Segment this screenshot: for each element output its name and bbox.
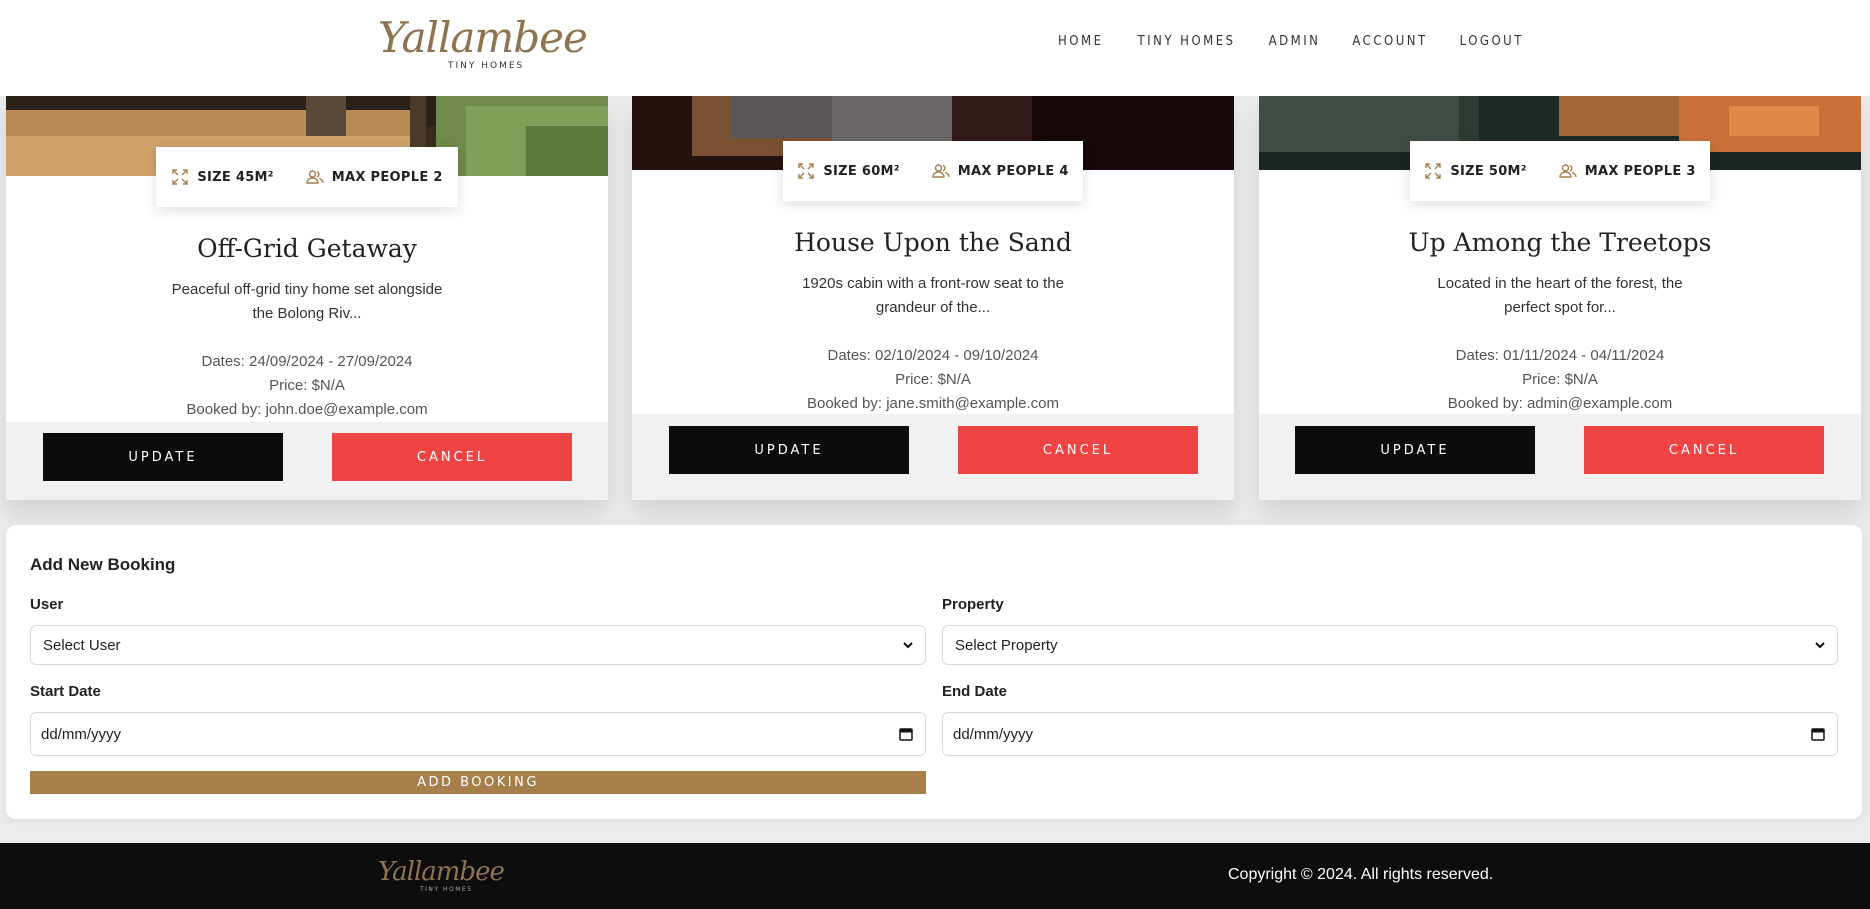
chevron-down-icon	[1815, 642, 1825, 649]
people-stat: MAX PEOPLE 3	[1559, 162, 1696, 180]
site-logo[interactable]: Yallambee TINY HOMES	[378, 13, 588, 74]
user-label: User	[30, 596, 64, 613]
property-label: Property	[942, 596, 1004, 613]
size-label: SIZE 60M²	[823, 163, 900, 179]
calendar-icon[interactable]	[1811, 727, 1825, 741]
property-select[interactable]: Select Property	[942, 625, 1838, 665]
people-icon	[1559, 164, 1577, 178]
card-dates: Dates: 24/09/2024 - 27/09/2024	[201, 353, 413, 370]
end-date-label: End Date	[942, 683, 1008, 700]
nav-logout[interactable]: LOGOUT	[1460, 34, 1524, 49]
card-title: Off-Grid Getaway	[197, 234, 417, 263]
user-select-value: Select User	[43, 636, 121, 654]
card-description: Located in the heart of the forest, the …	[1437, 275, 1683, 316]
form-title: Add New Booking	[30, 555, 176, 574]
expand-icon	[798, 163, 815, 179]
people-label: MAX PEOPLE 2	[331, 169, 443, 185]
footer-logo-script: Yallambee	[378, 857, 505, 887]
update-button[interactable]: UPDATE	[43, 433, 283, 481]
card-dates: Dates: 02/10/2024 - 09/10/2024	[827, 347, 1039, 364]
property-stats: SIZE 45M² MAX PEOPLE 2	[156, 147, 458, 207]
nav-tiny-homes[interactable]: TINY HOMES	[1137, 34, 1235, 49]
size-stat: SIZE 60M²	[797, 162, 899, 180]
card-price: Price: $N/A	[895, 371, 971, 388]
start-date-input[interactable]: dd/mm/yyyy	[30, 712, 926, 756]
booking-card: SIZE 60M² MAX PEOPLE 4 House Upon the Sa…	[632, 96, 1234, 500]
start-date-value: dd/mm/yyyy	[41, 725, 122, 743]
people-icon	[306, 170, 324, 184]
end-date-input[interactable]: dd/mm/yyyy	[942, 712, 1838, 756]
card-actions: UPDATE CANCEL	[1259, 414, 1861, 500]
people-stat: MAX PEOPLE 4	[932, 162, 1069, 180]
calendar-icon[interactable]	[899, 727, 913, 741]
property-stats: SIZE 50M² MAX PEOPLE 3	[1410, 141, 1710, 201]
add-booking-form: Add New Booking User Select User Propert…	[6, 525, 1862, 819]
nav-home[interactable]: HOME	[1058, 34, 1103, 49]
people-label: MAX PEOPLE 3	[1584, 163, 1696, 179]
people-icon	[932, 164, 950, 178]
property-stats: SIZE 60M² MAX PEOPLE 4	[783, 141, 1083, 201]
card-actions: UPDATE CANCEL	[6, 422, 608, 500]
people-stat: MAX PEOPLE 2	[306, 168, 443, 186]
update-button[interactable]: UPDATE	[1295, 426, 1535, 474]
size-stat: SIZE 50M²	[1424, 162, 1526, 180]
card-actions: UPDATE CANCEL	[632, 414, 1234, 500]
card-dates: Dates: 01/11/2024 - 04/11/2024	[1455, 347, 1665, 364]
card-description: 1920s cabin with a front-row seat to the…	[802, 275, 1064, 316]
start-date-label: Start Date	[30, 683, 101, 700]
main-nav: HOME TINY HOMES ADMIN ACCOUNT LOGOUT	[1058, 34, 1524, 49]
copyright-text: Copyright © 2024. All rights reserved.	[1228, 866, 1494, 883]
nav-account[interactable]: ACCOUNT	[1352, 34, 1427, 49]
size-stat: SIZE 45M²	[171, 168, 273, 186]
logo-subtitle: TINY HOMES	[448, 61, 525, 71]
chevron-down-icon	[903, 642, 913, 649]
logo-script-text: Yallambee	[378, 13, 588, 62]
card-title: House Upon the Sand	[794, 228, 1072, 257]
card-price: Price: $N/A	[1522, 371, 1598, 388]
update-button[interactable]: UPDATE	[669, 426, 909, 474]
card-price: Price: $N/A	[269, 377, 345, 394]
expand-icon	[1425, 163, 1442, 179]
cancel-button[interactable]: CANCEL	[332, 433, 572, 481]
site-footer: Yallambee TINY HOMES Copyright © 2024. A…	[0, 843, 1870, 909]
property-select-value: Select Property	[955, 636, 1058, 654]
cancel-button[interactable]: CANCEL	[1584, 426, 1824, 474]
card-title: Up Among the Treetops	[1408, 228, 1712, 257]
expand-icon	[172, 169, 189, 185]
card-booked-by: Booked by: jane.smith@example.com	[806, 395, 1059, 412]
user-select[interactable]: Select User	[30, 625, 926, 665]
card-booked-by: Booked by: admin@example.com	[1447, 395, 1673, 412]
add-booking-button[interactable]: ADD BOOKING	[30, 771, 926, 794]
footer-logo[interactable]: Yallambee TINY HOMES	[378, 857, 505, 897]
size-label: SIZE 50M²	[1450, 163, 1527, 179]
booking-card: SIZE 50M² MAX PEOPLE 3 Up Among the Tree…	[1259, 96, 1861, 500]
card-booked-by: Booked by: john.doe@example.com	[186, 401, 428, 418]
footer-logo-subtitle: TINY HOMES	[420, 886, 473, 893]
nav-admin[interactable]: ADMIN	[1269, 34, 1321, 49]
site-header: Yallambee TINY HOMES HOME TINY HOMES ADM…	[0, 0, 1870, 96]
booking-card: SIZE 45M² MAX PEOPLE 2 Off-Grid Getaway …	[6, 96, 608, 500]
people-label: MAX PEOPLE 4	[957, 163, 1069, 179]
end-date-value: dd/mm/yyyy	[953, 725, 1034, 743]
card-description: Peaceful off-grid tiny home set alongsid…	[171, 281, 443, 322]
size-label: SIZE 45M²	[197, 169, 274, 185]
cancel-button[interactable]: CANCEL	[958, 426, 1198, 474]
